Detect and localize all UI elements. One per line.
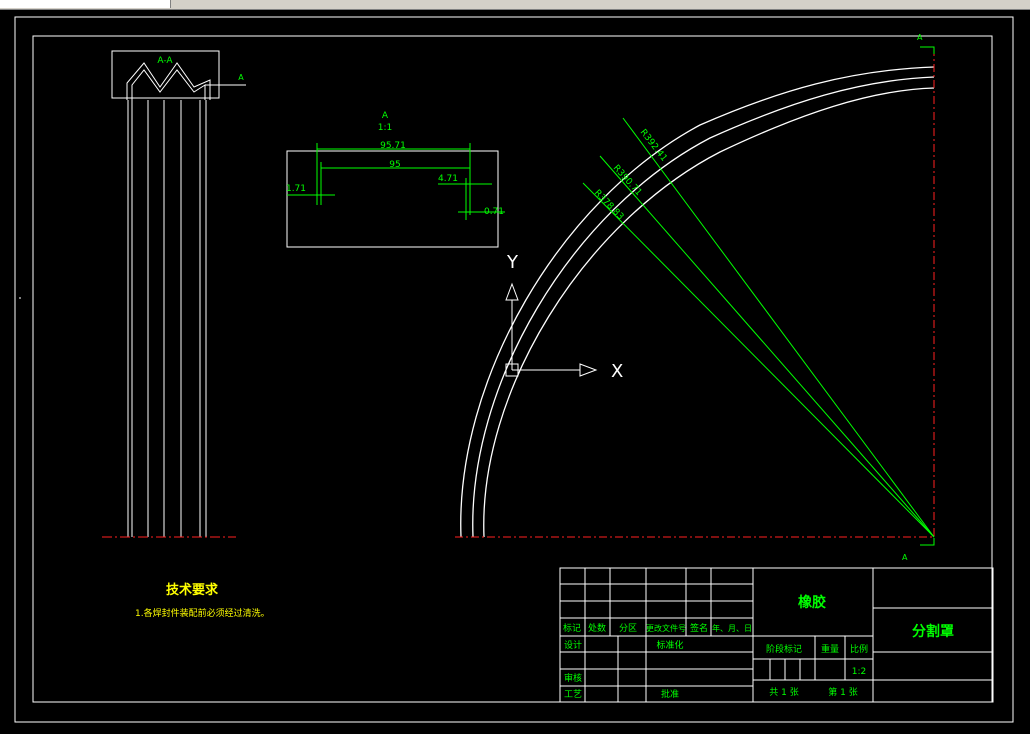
label-weight: 重量: [821, 643, 839, 655]
part-name: 分割罩: [912, 623, 954, 640]
dim-0-71: 0.71: [484, 207, 504, 217]
label-standard: 标准化: [656, 639, 683, 651]
radius-label-2: R390.71: [611, 163, 644, 198]
technical-requirements: 技术要求 1.各焊封件装配前必须经过清洗。: [135, 582, 270, 619]
rev-header-mark: 标记: [563, 622, 581, 634]
label-approve: 批准: [661, 688, 679, 700]
label-stage-mark: 阶段标记: [766, 643, 802, 655]
section-bottom-marker: A: [902, 553, 908, 562]
window-title-bar: [0, 0, 1030, 10]
label-design: 设计: [564, 639, 582, 651]
section-view-a-a: A-A A: [102, 50, 246, 538]
rev-header-date: 年、月、日: [712, 623, 752, 633]
section-top-marker: A: [917, 33, 923, 42]
label-review: 审核: [564, 672, 582, 684]
dim-1-71: 1.71: [286, 184, 306, 194]
scale-value: 1:2: [852, 667, 866, 677]
sheet-number: 第 1 张: [828, 686, 857, 698]
rev-header-count: 处数: [588, 622, 606, 634]
detail-view-a: A 1:1 95.71 95 1.71 4.71 0.71: [286, 111, 505, 248]
material-name: 橡胶: [798, 594, 826, 611]
tech-req-title: 技术要求: [166, 582, 219, 598]
document-tab[interactable]: [0, 0, 171, 8]
detail-scale: 1:1: [378, 123, 392, 133]
rev-header-zone: 分区: [619, 623, 637, 634]
cad-drawing-canvas[interactable]: A-A A A 1:1 95.71 95 1.71 4.71 0.71 R392…: [0, 10, 1030, 730]
section-label: A-A: [157, 56, 173, 66]
ucs-x-label: X: [611, 361, 623, 382]
sheets-total: 共 1 张: [769, 687, 798, 698]
ucs-y-label: Y: [506, 252, 519, 273]
title-block-text: 标记 处数 分区 更改文件号 签名 年、月、日 设计 标准化 审核 工艺 批准 …: [563, 594, 954, 700]
section-marker: A: [238, 73, 244, 82]
dim-95: 95: [389, 160, 400, 170]
tech-req-item-1: 1.各焊封件装配前必须经过清洗。: [135, 607, 270, 619]
dim-95-71: 95.71: [380, 141, 406, 151]
label-scale: 比例: [850, 643, 868, 655]
label-process: 工艺: [564, 689, 582, 700]
arc-profile: R392.41 R390.71 R378.83 A A: [455, 33, 935, 562]
rev-header-docno: 更改文件号: [646, 623, 686, 633]
dim-4-71: 4.71: [438, 174, 458, 184]
detail-label: A: [382, 111, 389, 121]
rev-header-sign: 签名: [690, 622, 708, 634]
